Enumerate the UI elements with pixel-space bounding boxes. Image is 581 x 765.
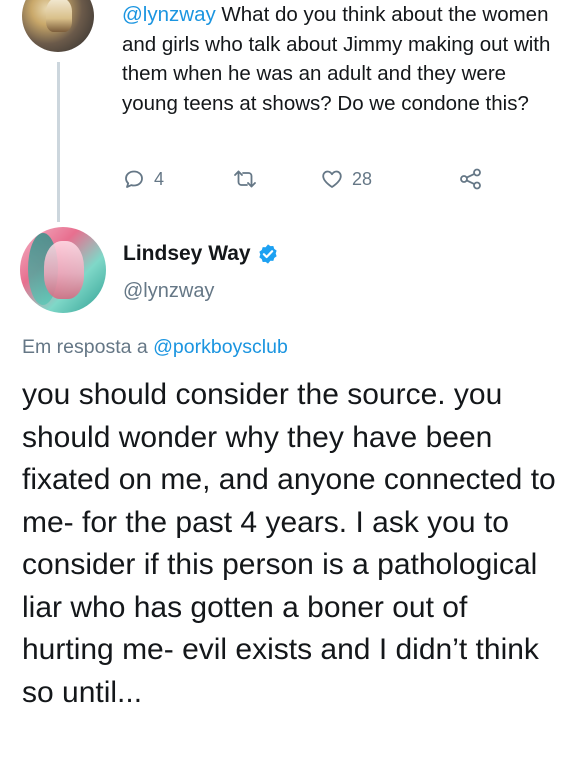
share-button[interactable] [458,164,484,194]
reply-context-prefix: Em resposta a [22,336,154,358]
parent-tweet-text: @lynzway What do you think about the wom… [122,0,562,118]
reply-button[interactable]: 4 [122,164,164,194]
like-button[interactable]: 28 [320,164,372,194]
tweet-text: you should consider the source. you shou… [22,378,556,709]
reply-context-mention[interactable]: @porkboysclub [153,336,288,358]
reply-count: 4 [154,168,165,189]
heart-icon [320,167,344,191]
parent-tweet-action-bar: 4 28 [122,164,542,194]
share-icon [458,167,484,191]
parent-tweet-mention[interactable]: @lynzway [122,3,216,26]
speech-bubble-icon [122,167,146,191]
author-name-text: Lindsey Way [123,242,251,265]
author-handle[interactable]: @lynzway [123,280,214,303]
retweet-button[interactable] [232,164,258,194]
avatar-figure [46,0,72,32]
retweet-icon [232,167,258,191]
like-count: 28 [352,168,373,189]
verified-badge-icon [257,243,279,265]
author-display-name[interactable]: Lindsey Way [123,242,279,266]
parent-avatar[interactable] [22,0,94,52]
thread-connector-line [57,62,60,222]
author-avatar[interactable] [20,227,106,313]
avatar-face [44,241,84,299]
reply-context: Em resposta a @porkboysclub [22,336,288,359]
